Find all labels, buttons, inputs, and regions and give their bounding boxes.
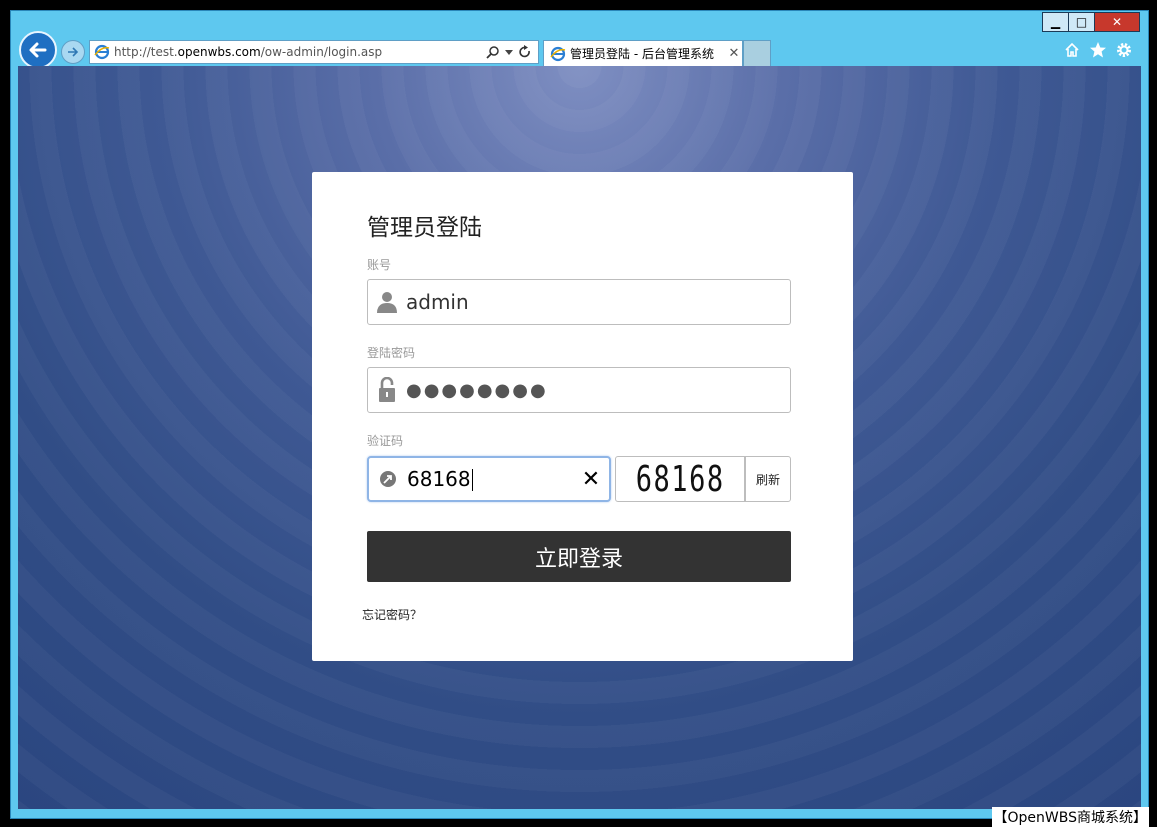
- tab-login[interactable]: 管理员登陆 - 后台管理系统 ✕: [543, 40, 743, 66]
- back-arrow-icon: [29, 42, 47, 58]
- refresh-icon[interactable]: [518, 45, 532, 59]
- account-field[interactable]: admin: [367, 279, 791, 325]
- close-window-button[interactable]: ✕: [1094, 12, 1140, 32]
- captcha-image[interactable]: 68168: [615, 456, 745, 502]
- address-url: http://test.openwbs.com/ow-admin/login.a…: [114, 45, 486, 59]
- tab-title: 管理员登陆 - 后台管理系统: [570, 47, 714, 61]
- minimize-button[interactable]: ▁: [1042, 12, 1069, 32]
- password-value: ●●●●●●●●: [406, 379, 548, 401]
- url-host: openwbs.com: [177, 45, 261, 59]
- captcha-icon: [369, 470, 407, 488]
- captcha-input-value: 68168: [407, 466, 473, 492]
- back-button[interactable]: [19, 31, 57, 69]
- watermark: 【OpenWBS商城系统】: [991, 807, 1149, 827]
- star-icon[interactable]: [1088, 40, 1108, 60]
- login-button[interactable]: 立即登录: [367, 531, 791, 582]
- gear-icon[interactable]: [1114, 40, 1134, 60]
- password-label: 登陆密码: [367, 346, 416, 360]
- account-value: admin: [406, 290, 469, 314]
- ie-logo-icon: [94, 44, 110, 60]
- forward-button[interactable]: [61, 40, 85, 64]
- browser-window: ▁ □ ✕ http://test.openwbs.com/ow-admin/l…: [10, 10, 1149, 819]
- browser-tools: [1062, 40, 1134, 60]
- page-viewport: 管理员登陆 账号 admin 登陆密码 ●●●●●●●● 验证码 68168 ✕…: [18, 66, 1141, 809]
- url-prefix: http://test.: [114, 45, 178, 59]
- forgot-password-link[interactable]: 忘记密码？: [362, 606, 422, 623]
- ie-logo-icon: [550, 46, 566, 61]
- page-title: 管理员登陆: [367, 215, 482, 241]
- captcha-label: 验证码: [367, 434, 404, 448]
- dropdown-icon[interactable]: [505, 48, 513, 56]
- lock-icon: [368, 377, 406, 403]
- captcha-image-text: 68168: [635, 458, 725, 500]
- account-label: 账号: [367, 258, 392, 272]
- captcha-input[interactable]: 68168 ✕: [367, 456, 611, 502]
- new-tab-button[interactable]: [743, 40, 771, 66]
- user-icon: [368, 290, 406, 314]
- search-icon[interactable]: [486, 45, 500, 59]
- login-card: 管理员登陆 账号 admin 登陆密码 ●●●●●●●● 验证码 68168 ✕…: [312, 172, 853, 661]
- home-icon[interactable]: [1062, 40, 1082, 60]
- maximize-button[interactable]: □: [1068, 12, 1095, 32]
- url-path: /ow-admin/login.asp: [260, 45, 383, 59]
- password-field[interactable]: ●●●●●●●●: [367, 367, 791, 413]
- forward-arrow-icon: [68, 47, 79, 57]
- refresh-captcha-button[interactable]: 刷新: [745, 456, 791, 502]
- address-tools: [486, 45, 538, 59]
- clear-icon[interactable]: ✕: [573, 467, 609, 492]
- address-bar[interactable]: http://test.openwbs.com/ow-admin/login.a…: [89, 40, 539, 64]
- tab-close-button[interactable]: ✕: [726, 46, 742, 61]
- window-controls: ▁ □ ✕: [1042, 12, 1140, 32]
